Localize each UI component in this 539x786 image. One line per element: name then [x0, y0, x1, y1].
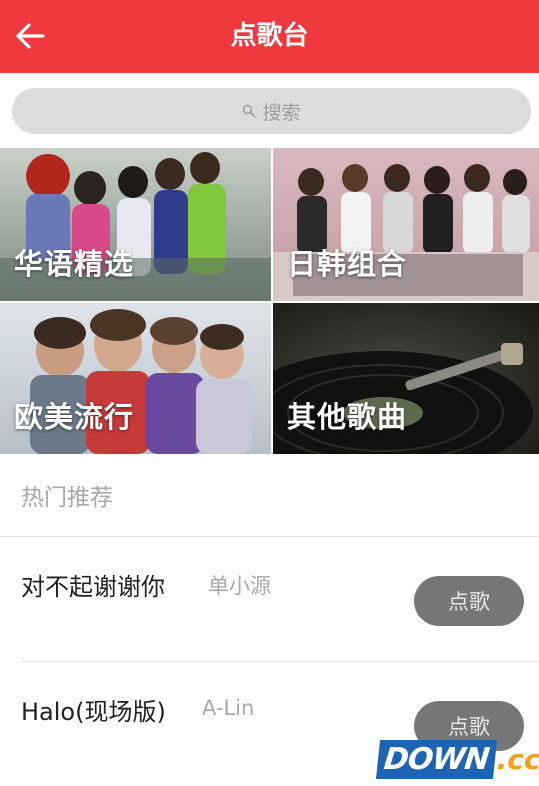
- category-tile-chinese[interactable]: 华语精选: [0, 148, 271, 301]
- watermark-logo: DOWN .cc: [375, 736, 539, 782]
- search-placeholder: 搜索: [262, 101, 301, 124]
- search-icon: [242, 104, 256, 118]
- category-tile-western[interactable]: 欧美流行: [0, 303, 271, 454]
- song-request-screen: 点歌台 搜索 华语精选 日韩组合 欧美流行 其他歌曲 热门推荐 对不起谢谢你 单…: [0, 0, 539, 786]
- song-title: 对不起谢谢你: [21, 573, 165, 601]
- song-title: Halo(现场版): [21, 698, 166, 726]
- category-label: 华语精选: [14, 247, 135, 281]
- category-grid: 华语精选 日韩组合 欧美流行 其他歌曲: [0, 148, 539, 454]
- watermark-suffix: .cc: [496, 742, 539, 776]
- search-input[interactable]: 搜索: [12, 88, 531, 134]
- watermark-text: DOWN: [375, 739, 497, 779]
- page-title: 点歌台: [230, 21, 309, 51]
- section-title-hot: 热门推荐: [21, 485, 113, 511]
- song-artist: 单小源: [208, 574, 271, 598]
- list-item[interactable]: 对不起谢谢你 单小源 点歌: [0, 537, 539, 661]
- request-song-button[interactable]: 点歌: [414, 576, 524, 626]
- category-tile-other[interactable]: 其他歌曲: [273, 303, 539, 454]
- category-label: 日韩组合: [287, 247, 408, 281]
- app-header: 点歌台: [0, 0, 539, 73]
- category-label: 欧美流行: [14, 400, 135, 434]
- song-artist: A-Lin: [202, 696, 255, 720]
- search-section: 搜索: [0, 73, 539, 148]
- category-label: 其他歌曲: [287, 400, 408, 434]
- category-tile-jpkr[interactable]: 日韩组合: [273, 148, 539, 301]
